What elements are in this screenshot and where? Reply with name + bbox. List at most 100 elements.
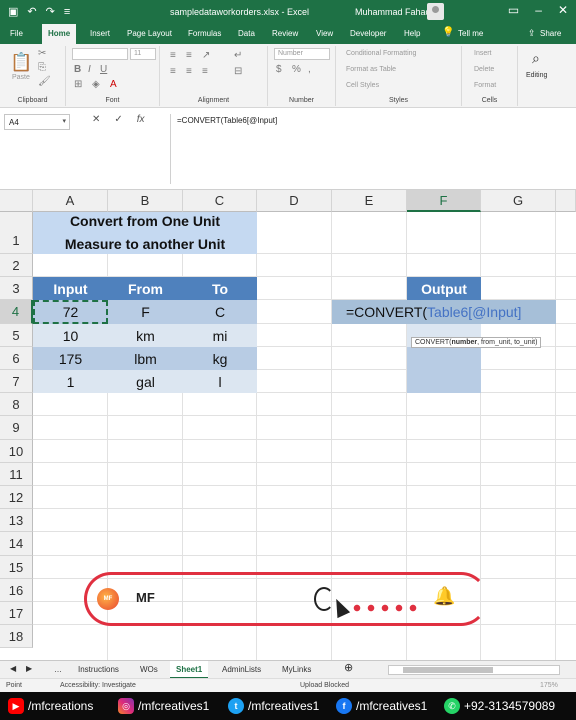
font-size-box[interactable]: 11: [130, 48, 156, 60]
align-right-icon[interactable]: ≡: [202, 66, 208, 77]
whatsapp-link[interactable]: ✆ +92-3134579089: [444, 698, 555, 714]
accessibility-status[interactable]: Accessibility: Investigate: [60, 682, 136, 689]
row-header-12[interactable]: 12: [0, 486, 33, 509]
user-name[interactable]: Muhammad Fahad: [355, 7, 431, 17]
align-left-icon[interactable]: ≡: [170, 66, 176, 77]
cell-b5[interactable]: km: [108, 324, 183, 347]
row-header-9[interactable]: 9: [0, 416, 33, 440]
font-name-box[interactable]: [72, 48, 128, 60]
cell-b4[interactable]: F: [108, 300, 183, 324]
cell-f6[interactable]: [407, 347, 481, 370]
share-button[interactable]: Share: [540, 28, 561, 40]
bold-icon[interactable]: B: [74, 64, 81, 75]
format-as-table-button[interactable]: Format as Table: [346, 66, 396, 73]
cell-c4[interactable]: C: [183, 300, 257, 324]
row-header-18[interactable]: 18: [0, 625, 33, 648]
merge-icon[interactable]: ⊟: [234, 66, 242, 77]
avatar[interactable]: [427, 3, 444, 20]
column-header-c[interactable]: C: [183, 190, 257, 212]
fill-color-icon[interactable]: ◈: [92, 79, 100, 90]
enter-icon[interactable]: ✓: [114, 114, 122, 125]
sheet-tab-ellipsis[interactable]: …: [54, 664, 62, 676]
row-header-3[interactable]: 3: [0, 277, 33, 300]
youtube-link[interactable]: ▶ /mfcreations: [8, 698, 93, 714]
zoom-level[interactable]: 175%: [540, 682, 558, 689]
add-sheet-icon[interactable]: ⊕: [344, 662, 353, 674]
header-input[interactable]: Input: [33, 277, 108, 300]
number-format-box[interactable]: Number: [274, 48, 330, 60]
row-header-7[interactable]: 7: [0, 370, 33, 393]
font-color-icon[interactable]: A: [110, 79, 117, 90]
name-box[interactable]: A4 ▾: [4, 114, 70, 130]
format-cells-button[interactable]: Format: [474, 82, 496, 89]
tab-file[interactable]: File: [10, 28, 23, 40]
orientation-icon[interactable]: ↗: [202, 50, 210, 61]
tell-me[interactable]: Tell me: [458, 28, 483, 40]
cell-b6[interactable]: lbm: [108, 347, 183, 370]
row-header-8[interactable]: 8: [0, 393, 33, 416]
row-header-4[interactable]: 4: [0, 300, 33, 324]
paste-icon[interactable]: 📋: [10, 52, 32, 73]
underline-icon[interactable]: U: [100, 64, 107, 75]
cell-a6[interactable]: 175: [33, 347, 108, 370]
prev-sheet-icon[interactable]: ◀: [10, 664, 16, 673]
cancel-icon[interactable]: ✕: [92, 114, 100, 125]
row-header-1[interactable]: 1: [0, 212, 33, 254]
cell-c7[interactable]: l: [183, 370, 257, 393]
cell-a7[interactable]: 1: [33, 370, 108, 393]
editing-cell-f4[interactable]: =CONVERT(Table6[@Input]: [332, 300, 556, 324]
paste-button[interactable]: Paste: [12, 74, 30, 81]
column-header-f[interactable]: F: [407, 190, 481, 212]
align-top-icon[interactable]: ≡: [170, 50, 176, 61]
editing-button[interactable]: Editing: [526, 72, 547, 79]
tab-developer[interactable]: Developer: [350, 28, 386, 40]
header-output[interactable]: Output: [407, 277, 481, 300]
sheet-tab-wos[interactable]: WOs: [140, 664, 158, 676]
column-header-e[interactable]: E: [332, 190, 407, 212]
column-header-a[interactable]: A: [33, 190, 108, 212]
column-header-d[interactable]: D: [257, 190, 332, 212]
comma-icon[interactable]: ,: [308, 64, 311, 75]
tab-insert[interactable]: Insert: [90, 28, 110, 40]
select-all-corner[interactable]: [0, 190, 33, 212]
cell-c5[interactable]: mi: [183, 324, 257, 347]
sheet-tab-sheet1[interactable]: Sheet1: [170, 661, 209, 679]
cell-c6[interactable]: kg: [183, 347, 257, 370]
wrap-text-icon[interactable]: ↵: [234, 50, 242, 61]
minimize-icon[interactable]: –: [535, 3, 542, 17]
borders-icon[interactable]: ⊞: [74, 79, 82, 90]
sheet-tab-adminlists[interactable]: AdminLists: [222, 664, 261, 676]
column-header-b[interactable]: B: [108, 190, 183, 212]
insert-function-icon[interactable]: fx: [137, 114, 145, 125]
cell-a5[interactable]: 10: [33, 324, 108, 347]
table-title[interactable]: Convert from One Unit Measure to another…: [33, 212, 257, 254]
scrollbar-thumb[interactable]: [403, 667, 493, 673]
tab-help[interactable]: Help: [404, 28, 420, 40]
row-header-16[interactable]: 16: [0, 579, 33, 602]
column-header-g[interactable]: G: [481, 190, 556, 212]
cell-f7[interactable]: [407, 370, 481, 393]
customize-icon[interactable]: ≡: [64, 5, 70, 19]
row-header-17[interactable]: 17: [0, 602, 33, 625]
search-icon[interactable]: ⌕: [532, 50, 540, 67]
align-center-icon[interactable]: ≡: [186, 66, 192, 77]
currency-icon[interactable]: $: [276, 64, 282, 75]
close-icon[interactable]: ✕: [558, 3, 568, 17]
cell-b7[interactable]: gal: [108, 370, 183, 393]
format-painter-icon[interactable]: 🖌: [38, 76, 51, 87]
tab-home[interactable]: Home: [42, 24, 77, 44]
cell-a4[interactable]: 72: [33, 300, 108, 324]
header-to[interactable]: To: [183, 277, 257, 300]
twitter-link[interactable]: t /mfcreatives1: [228, 698, 319, 714]
formula-input[interactable]: =CONVERT(Table6[@Input]: [170, 114, 570, 184]
insert-cells-button[interactable]: Insert: [474, 50, 492, 57]
row-header-14[interactable]: 14: [0, 532, 33, 556]
redo-icon[interactable]: ↷: [46, 5, 55, 19]
undo-icon[interactable]: ↶: [27, 5, 36, 19]
facebook-link[interactable]: f /mfcreatives1: [336, 698, 427, 714]
cut-icon[interactable]: ✂: [38, 48, 46, 59]
italic-icon[interactable]: I: [88, 64, 91, 75]
tab-review[interactable]: Review: [272, 28, 298, 40]
tab-view[interactable]: View: [316, 28, 333, 40]
row-header-13[interactable]: 13: [0, 509, 33, 532]
